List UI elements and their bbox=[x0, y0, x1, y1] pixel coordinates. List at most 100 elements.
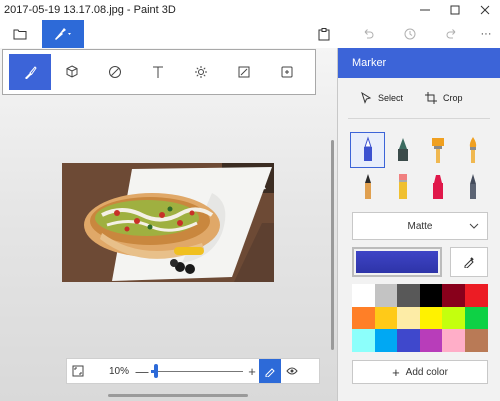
color-swatch[interactable] bbox=[442, 284, 465, 307]
watercolor-brush[interactable] bbox=[455, 132, 490, 168]
brush-icon bbox=[25, 66, 37, 79]
zoom-in-button[interactable]: + bbox=[245, 364, 259, 379]
color-swatch[interactable] bbox=[419, 329, 443, 352]
sticker-icon bbox=[109, 66, 121, 78]
select-icon bbox=[361, 92, 372, 104]
redo-icon[interactable] bbox=[440, 20, 464, 48]
canvas-icon bbox=[238, 66, 250, 78]
color-swatch[interactable] bbox=[397, 306, 420, 329]
tool-tabs bbox=[2, 49, 316, 95]
zoom-out-button[interactable]: — bbox=[135, 364, 149, 379]
panel-title: Marker bbox=[338, 48, 500, 78]
title-bar: 2017-05-19 13.17.08.jpg - Paint 3D bbox=[0, 0, 500, 20]
pixel-pen-brush[interactable] bbox=[350, 168, 385, 204]
pencil-brush[interactable] bbox=[385, 168, 420, 204]
view-mode-button[interactable] bbox=[281, 359, 303, 383]
color-swatch[interactable] bbox=[374, 284, 398, 307]
crayon-icon bbox=[469, 174, 476, 199]
color-swatch[interactable] bbox=[352, 306, 375, 329]
brush-grid bbox=[350, 132, 490, 204]
eyedropper-button[interactable] bbox=[450, 247, 488, 277]
finish-selected-value: Matte bbox=[407, 220, 433, 232]
vertical-scrollbar[interactable] bbox=[331, 140, 334, 350]
eyedropper-icon bbox=[464, 257, 474, 268]
color-swatch[interactable] bbox=[419, 306, 443, 329]
calligraphy-pen-icon bbox=[397, 138, 408, 161]
oil-brush-icon bbox=[431, 138, 444, 163]
oil-brush[interactable] bbox=[420, 132, 455, 168]
maximize-icon[interactable] bbox=[440, 0, 470, 20]
fit-to-screen-icon[interactable] bbox=[67, 359, 89, 383]
color-swatch[interactable] bbox=[374, 329, 398, 352]
pixel-pen-icon bbox=[364, 174, 371, 199]
draw-mode-button[interactable] bbox=[259, 359, 281, 383]
zoom-bar: 10% — + bbox=[66, 358, 320, 384]
horizontal-scrollbar[interactable] bbox=[108, 394, 248, 397]
color-row bbox=[352, 247, 488, 277]
add-color-button[interactable]: + Add color bbox=[352, 360, 488, 384]
chevron-down-icon bbox=[469, 223, 479, 229]
marker-icon bbox=[363, 136, 372, 161]
color-swatch[interactable] bbox=[464, 329, 488, 352]
color-swatch[interactable] bbox=[464, 284, 488, 307]
cube-icon bbox=[66, 65, 78, 78]
panel-actions: Select Crop bbox=[338, 78, 500, 118]
color-swatch[interactable] bbox=[397, 329, 420, 352]
marker-brush[interactable] bbox=[350, 132, 385, 168]
crop-button[interactable]: Crop bbox=[425, 92, 463, 104]
undo-icon[interactable] bbox=[356, 20, 380, 48]
window-title: 2017-05-19 13.17.08.jpg - Paint 3D bbox=[4, 4, 176, 16]
tab-brushes[interactable] bbox=[9, 54, 51, 90]
side-panel: Marker Select Crop Matte + Add color bbox=[337, 48, 500, 401]
panel-divider bbox=[348, 118, 490, 119]
minimize-icon[interactable] bbox=[410, 0, 440, 20]
menu-folder-icon[interactable] bbox=[0, 20, 40, 48]
color-swatch[interactable] bbox=[352, 329, 375, 352]
crayon-brush[interactable] bbox=[455, 168, 490, 204]
effects-icon bbox=[195, 66, 207, 78]
tab-effects[interactable] bbox=[180, 54, 222, 90]
select-label: Select bbox=[378, 93, 404, 103]
pencil-icon bbox=[398, 174, 407, 199]
close-icon[interactable] bbox=[470, 0, 500, 20]
brushes-icon bbox=[55, 28, 71, 40]
zoom-slider[interactable] bbox=[151, 361, 243, 381]
paste-icon[interactable] bbox=[312, 20, 336, 48]
brushes-menu-button[interactable] bbox=[42, 20, 84, 48]
tab-remix-3d[interactable] bbox=[266, 54, 308, 90]
tab-text[interactable] bbox=[137, 54, 179, 90]
tab-stickers[interactable] bbox=[94, 54, 136, 90]
color-swatch[interactable] bbox=[419, 284, 443, 307]
tab-canvas[interactable] bbox=[223, 54, 265, 90]
eraser-icon bbox=[432, 175, 443, 199]
plus-icon: + bbox=[392, 364, 400, 380]
current-color-swatch[interactable] bbox=[352, 247, 442, 277]
color-palette bbox=[352, 284, 488, 352]
watercolor-icon bbox=[469, 137, 476, 163]
color-swatch[interactable] bbox=[397, 284, 420, 307]
text-icon bbox=[153, 66, 163, 78]
calligraphy-pen-brush[interactable] bbox=[385, 132, 420, 168]
color-swatch[interactable] bbox=[352, 284, 375, 307]
remix-3d-icon bbox=[281, 66, 293, 78]
crop-icon bbox=[425, 92, 438, 104]
eraser-brush[interactable] bbox=[420, 168, 455, 204]
zoom-slider-thumb[interactable] bbox=[154, 364, 158, 378]
app-toolbar: ··· bbox=[0, 20, 500, 48]
color-swatch[interactable] bbox=[442, 306, 465, 329]
color-swatch[interactable] bbox=[374, 306, 398, 329]
add-color-label: Add color bbox=[405, 366, 448, 378]
select-button[interactable]: Select bbox=[360, 92, 403, 104]
pen-icon bbox=[265, 368, 275, 377]
finish-dropdown[interactable]: Matte bbox=[352, 212, 488, 240]
eye-icon bbox=[286, 367, 298, 375]
color-swatch[interactable] bbox=[464, 306, 488, 329]
history-icon[interactable] bbox=[398, 20, 422, 48]
tab-3d-shapes[interactable] bbox=[51, 54, 93, 90]
canvas-image[interactable] bbox=[62, 163, 274, 282]
color-swatch[interactable] bbox=[442, 329, 465, 352]
canvas-area[interactable]: 10% — + bbox=[0, 48, 337, 401]
more-icon[interactable]: ··· bbox=[474, 20, 498, 48]
gyro-photo bbox=[62, 163, 274, 282]
crop-label: Crop bbox=[443, 93, 463, 103]
